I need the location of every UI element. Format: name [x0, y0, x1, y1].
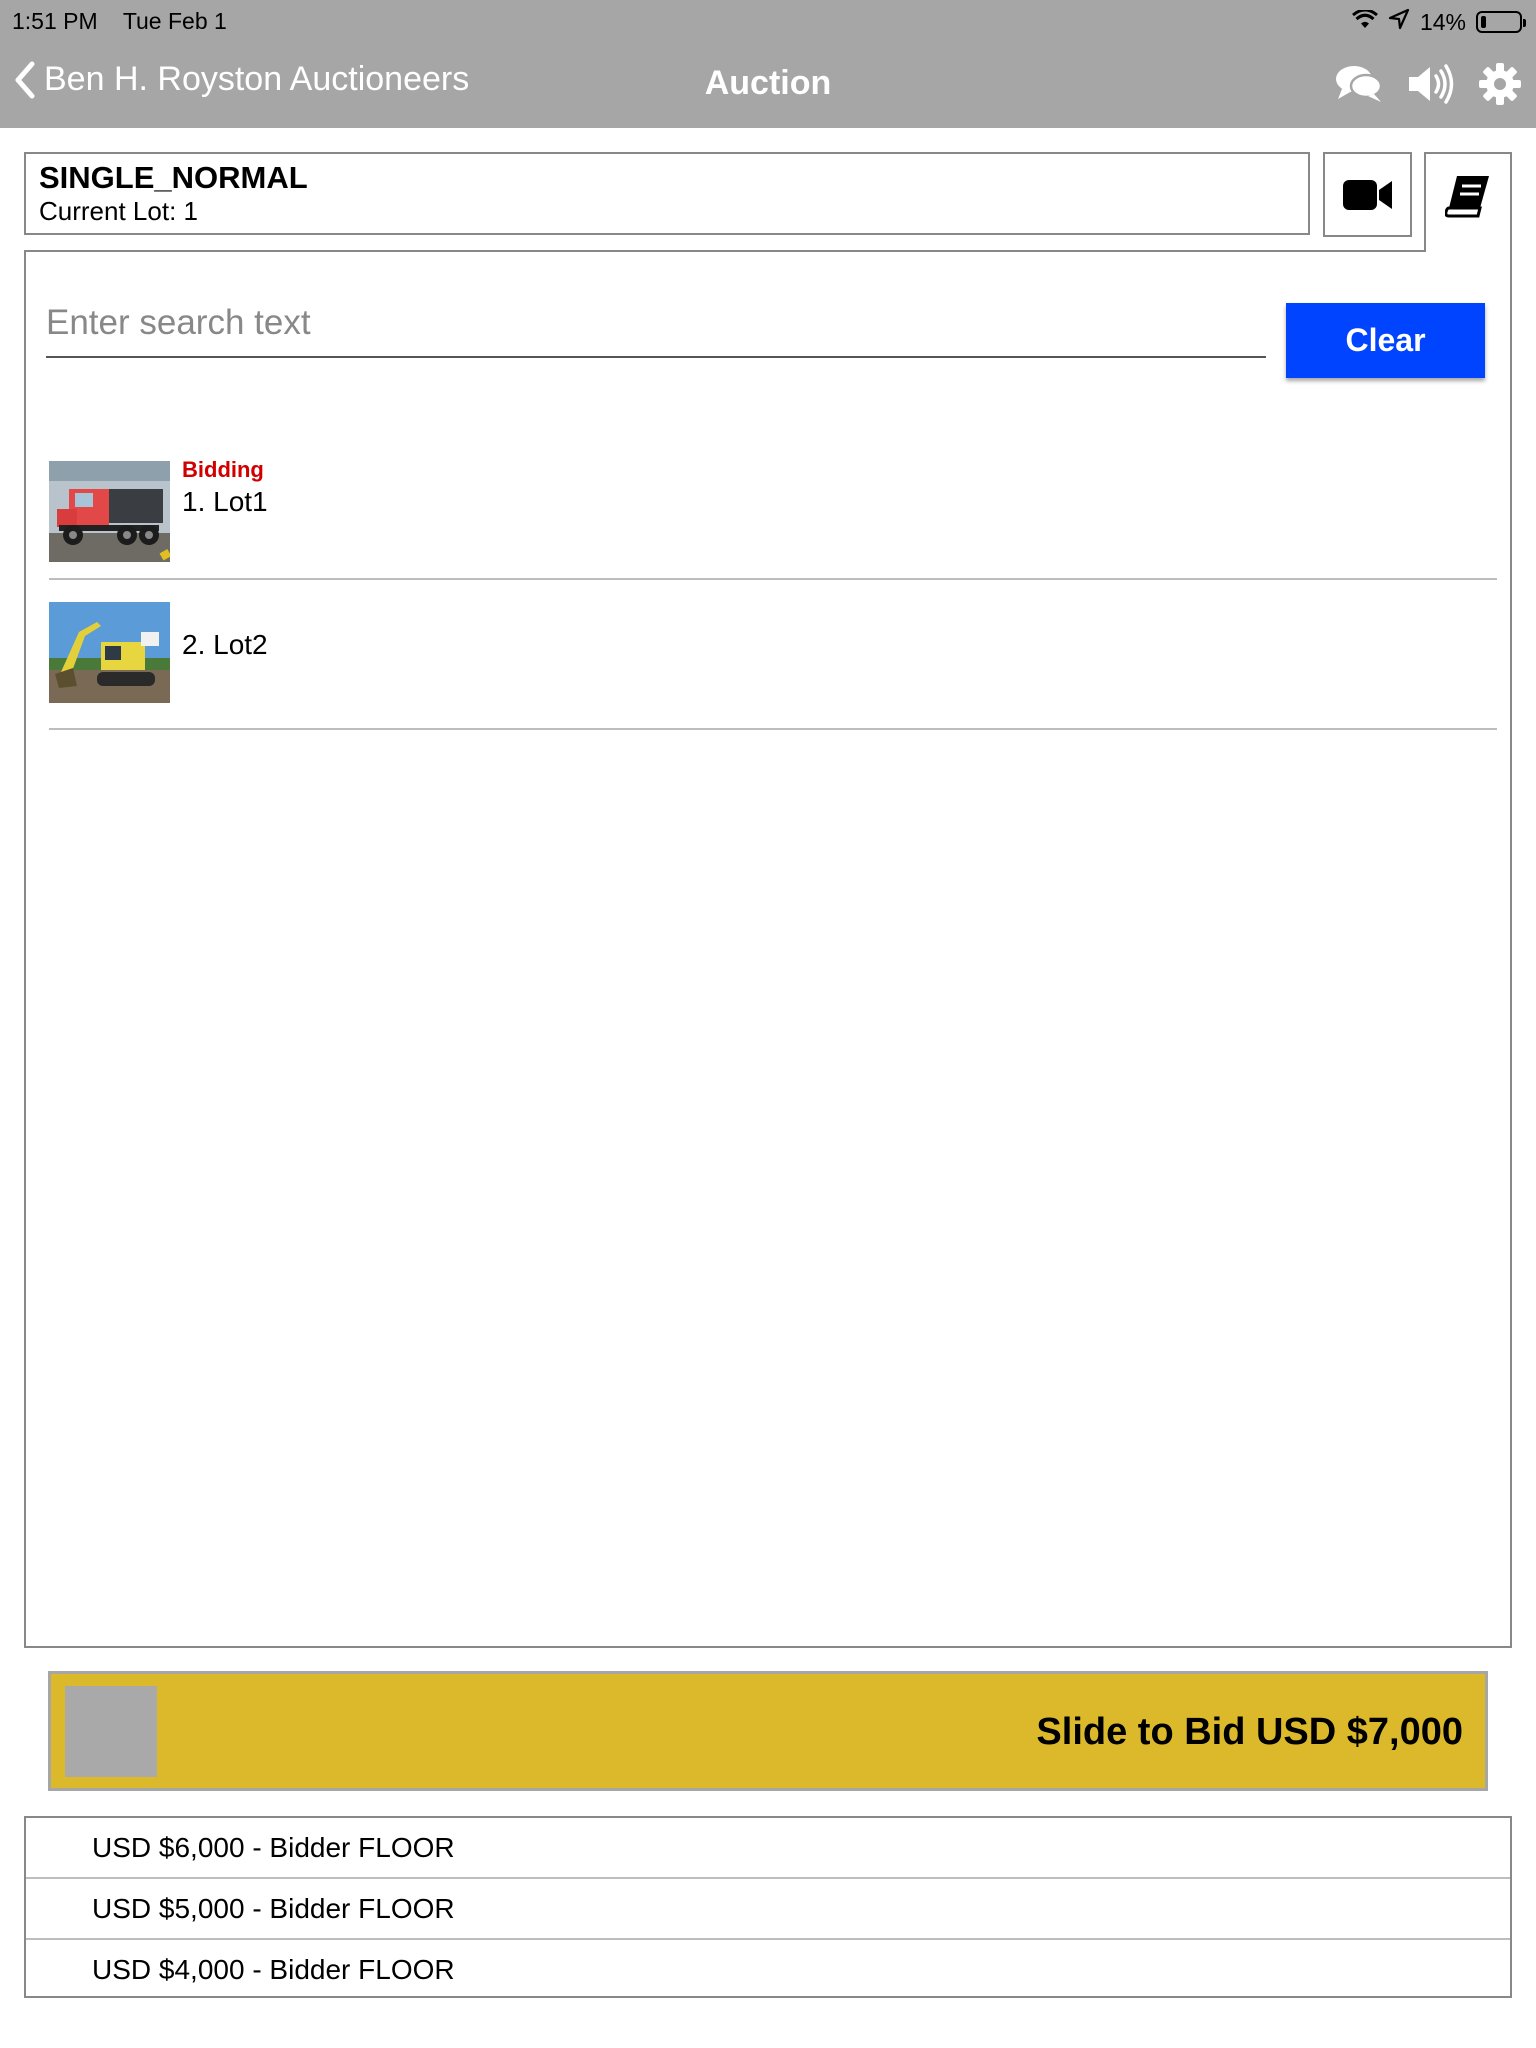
- battery-icon: [1476, 11, 1526, 33]
- chat-icon[interactable]: [1334, 63, 1384, 110]
- lot-list-item[interactable]: Bidding 1. Lot1: [49, 437, 1497, 580]
- catalog-tab[interactable]: [1424, 152, 1512, 252]
- book-icon: [1445, 176, 1489, 218]
- status-date: Tue Feb 1: [122, 8, 227, 34]
- search-input[interactable]: [46, 290, 1266, 358]
- excavator-thumbnail: [49, 602, 170, 703]
- location-icon: [1388, 8, 1410, 36]
- bid-history-list: USD $6,000 - Bidder FLOOR USD $5,000 - B…: [24, 1816, 1512, 1998]
- video-tab[interactable]: [1323, 152, 1412, 237]
- page-title: Auction: [704, 64, 832, 102]
- wifi-icon: [1351, 8, 1378, 36]
- lot-title: 2. Lot2: [182, 629, 268, 660]
- speaker-icon[interactable]: [1406, 63, 1456, 110]
- bid-history-row: USD $4,000 - Bidder FLOOR: [92, 1954, 455, 1985]
- bid-history-row: USD $5,000 - Bidder FLOOR: [26, 1879, 1510, 1940]
- lot-status-badge: Bidding: [182, 457, 264, 482]
- battery-fill: [1481, 16, 1486, 28]
- battery-percent: 14%: [1419, 8, 1466, 35]
- auction-name: SINGLE_NORMAL: [39, 160, 308, 195]
- gear-icon[interactable]: [1478, 62, 1522, 111]
- slide-to-bid[interactable]: Slide to Bid USD $7,000: [48, 1671, 1488, 1791]
- status-time: 1:51 PM: [12, 8, 98, 34]
- status-indicators: 14%: [1351, 8, 1526, 36]
- bid-history-row: USD $6,000 - Bidder FLOOR: [26, 1818, 1510, 1879]
- navigation-bar: 1:51 PM Tue Feb 1 14% Ben H. Royston Auc…: [0, 0, 1536, 128]
- lot-list-item[interactable]: 2. Lot2: [49, 578, 1497, 730]
- status-time-date: 1:51 PM Tue Feb 1: [12, 8, 227, 35]
- dump-truck-thumbnail: [49, 461, 170, 562]
- slider-handle[interactable]: [65, 1686, 157, 1777]
- nav-actions: [1334, 62, 1522, 111]
- current-lot: Current Lot: 1: [39, 196, 198, 226]
- lot-title: 1. Lot1: [182, 486, 268, 517]
- slide-to-bid-label: Slide to Bid USD $7,000: [1036, 1711, 1463, 1753]
- video-camera-icon: [1342, 179, 1392, 210]
- clear-button[interactable]: Clear: [1286, 303, 1485, 378]
- auction-info: SINGLE_NORMAL Current Lot: 1: [24, 152, 1310, 235]
